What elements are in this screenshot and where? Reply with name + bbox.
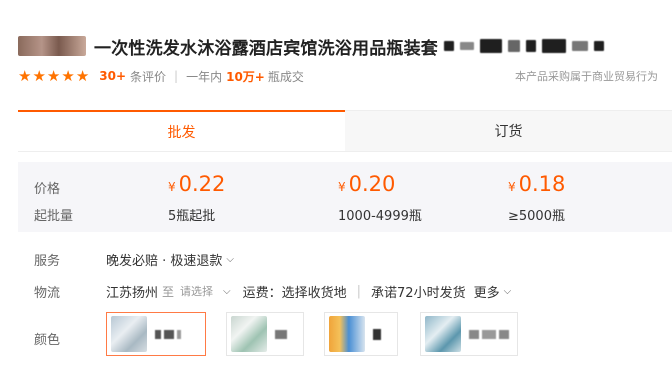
color-option-4[interactable] — [420, 312, 518, 356]
currency-symbol: ¥ — [168, 180, 176, 194]
logistics-label: 物流 — [34, 285, 61, 301]
product-thumbnail — [111, 316, 147, 352]
redacted-option-name — [275, 329, 287, 339]
color-option-1[interactable] — [106, 312, 206, 356]
price-tier-3: ¥0.18 — [508, 172, 565, 196]
logistics-row: 物流 江苏扬州 至 请选择 ⌵ 运费：选择收货地 | 承诺72小时发货 更多 ⌵ — [34, 281, 672, 301]
divider: | — [356, 283, 362, 299]
color-label: 颜色 — [34, 333, 61, 348]
redacted-option-name — [155, 329, 181, 339]
price-value: 0.22 — [178, 172, 226, 196]
chevron-down-icon[interactable]: ⌵ — [504, 286, 512, 297]
product-title: 一次性洗发水沐浴露酒店宾馆洗浴用品瓶装套 — [94, 38, 438, 59]
redacted-option-name — [373, 328, 381, 340]
business-note: 本产品采购属于商业贸易行为 — [515, 70, 658, 83]
sold-count: 10万+ — [226, 69, 265, 84]
color-option-3[interactable] — [324, 312, 398, 356]
review-label[interactable]: 条评价 — [130, 68, 166, 85]
tier-3-qty: ≥5000瓶 — [508, 209, 565, 224]
shipping-fee[interactable]: 运费：选择收货地 — [243, 282, 347, 301]
service-row: 服务 晚发必赔 · 极速退款 ⌵ — [34, 249, 672, 269]
price-panel: 价格 起批量 ¥0.22 5瓶起批 ¥0.20 1000-4999瓶 ¥0.18… — [18, 162, 672, 232]
sold-label: 瓶成交 — [267, 69, 304, 84]
color-option-2[interactable] — [226, 312, 304, 356]
title-row: 一次性洗发水沐浴露酒店宾馆洗浴用品瓶装套 — [18, 33, 672, 59]
shop-badge-image[interactable] — [18, 36, 86, 56]
star-icon: ★ — [46, 66, 61, 85]
to-label: 至 — [162, 284, 175, 299]
price-label: 价格 — [34, 182, 61, 197]
price-tier-1: ¥0.22 — [168, 172, 225, 196]
currency-symbol: ¥ — [508, 180, 516, 194]
product-thumbnail — [425, 316, 461, 352]
tab-wholesale[interactable]: 批发 — [18, 110, 345, 151]
shipping-promise: 承诺72小时发货 — [371, 285, 466, 301]
redacted-option-name — [469, 329, 509, 339]
review-count[interactable]: 30+ — [99, 69, 126, 83]
tier-1-qty: 5瓶起批 — [168, 209, 216, 224]
price-tier-2: ¥0.20 — [338, 172, 395, 196]
service-label: 服务 — [34, 253, 61, 269]
origin-city: 江苏扬州 — [106, 285, 159, 301]
product-thumbnail — [329, 316, 365, 352]
service-value[interactable]: 晚发必赔 · 极速退款 — [106, 250, 222, 269]
price-value: 0.20 — [348, 172, 396, 196]
star-rating: ★ ★ ★ ★ ★ — [18, 66, 90, 85]
divider: | — [174, 69, 179, 83]
price-value: 0.18 — [518, 172, 566, 196]
product-thumbnail — [231, 316, 267, 352]
moq-label: 起批量 — [34, 209, 74, 224]
more-button[interactable]: 更多 — [474, 282, 500, 301]
star-icon: ★ — [75, 66, 90, 85]
currency-symbol: ¥ — [338, 180, 346, 194]
star-icon: ★ — [61, 66, 75, 85]
rating-row: ★ ★ ★ ★ ★ 30+ 条评价 | 一年内 10万+ 瓶成交 本产品采购属于… — [18, 66, 658, 86]
sold-period: 一年内 — [186, 69, 223, 84]
tier-2-qty: 1000-4999瓶 — [338, 209, 422, 224]
color-row: 颜色 — [34, 312, 672, 358]
star-icon: ★ — [18, 66, 32, 85]
destination-select[interactable]: 请选择 — [180, 283, 213, 299]
chevron-down-icon[interactable]: ⌵ — [226, 254, 234, 265]
chevron-down-icon[interactable]: ⌵ — [223, 286, 231, 297]
tab-order[interactable]: 订货 — [345, 110, 672, 151]
purchase-tabs: 批发 订货 — [18, 110, 672, 152]
star-icon: ★ — [32, 66, 46, 85]
redacted-title-tail — [444, 39, 604, 53]
